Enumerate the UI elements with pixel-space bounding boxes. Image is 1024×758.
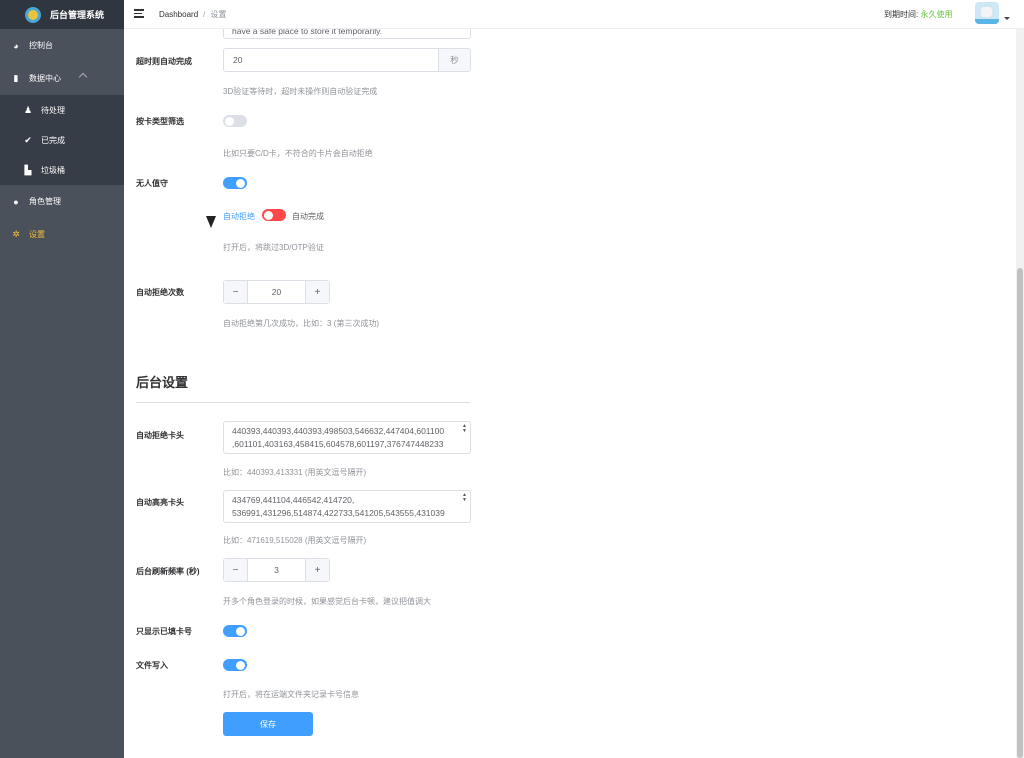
timeout-label: 超时则自动完成	[136, 57, 192, 66]
filled-only-switch[interactable]	[223, 625, 247, 637]
logo: 后台管理系统	[0, 0, 124, 29]
timeout-hint: 3D验证等待时，超时未操作则自动验证完成	[223, 87, 378, 96]
file-write-label: 文件写入	[136, 661, 168, 670]
breadcrumb-separator: /	[203, 10, 206, 19]
expire-value: 永久使用	[920, 10, 953, 19]
check-circle-icon: ✔	[24, 134, 32, 145]
unattended-switch[interactable]	[223, 177, 247, 189]
textarea-scroll-arrows[interactable]: ▲ ▼	[462, 493, 468, 522]
file-write-switch[interactable]	[223, 659, 247, 671]
auto-reject-label[interactable]: 自动拒绝	[223, 211, 255, 222]
refresh-stepper[interactable]: −3 +	[223, 558, 330, 582]
settings-form: have a safe place to store it temporaril…	[124, 29, 1016, 758]
reject-complete-switch[interactable]	[262, 209, 286, 221]
card-filter-hint: 比如只要C/D卡，不符合的卡片会自动拒绝	[223, 149, 373, 158]
increase-button[interactable]: +	[305, 559, 329, 581]
refresh-label: 后台刷新频率 (秒)	[136, 567, 200, 576]
breadcrumb-home[interactable]: Dashboard	[159, 10, 198, 19]
card-filter-switch[interactable]	[223, 115, 247, 127]
sidebar-item-data-center[interactable]: ▮ 数据中心	[0, 62, 124, 95]
sidebar-item-completed[interactable]: ✔ 已完成	[0, 125, 124, 155]
reject-bins-hint: 比如：440393,413331 (用英文逗号隔开)	[223, 468, 367, 477]
reject-count-hint: 自动拒绝第几次成功，比如：3 (第三次成功)	[223, 319, 379, 328]
reject-bins-label: 自动拒绝卡头	[136, 431, 184, 440]
breadcrumb-current: 设置	[210, 10, 227, 19]
card-filter-label: 按卡类型筛选	[136, 117, 184, 126]
gear-icon: ✲	[12, 229, 20, 239]
unattended-hint: 打开后，将跳过3D/OTP验证	[223, 243, 324, 252]
refresh-hint: 开多个角色登录的时候，如果感觉后台卡顿，建议把值调大	[223, 597, 431, 606]
sidebar-item-settings[interactable]: ✲ 设置	[0, 218, 124, 251]
trash-icon: ▙	[24, 164, 32, 175]
textarea-scroll-arrows[interactable]: ▲ ▼	[462, 424, 468, 453]
bar-chart-icon: ▮	[13, 73, 19, 83]
reject-count-stepper[interactable]: −20 +	[223, 280, 330, 304]
auto-complete-label[interactable]: 自动完成	[292, 211, 324, 222]
highlight-bins-hint: 比如：471619,515028 (用英文逗号隔开)	[223, 536, 367, 545]
top-textarea[interactable]: have a safe place to store it temporaril…	[223, 29, 471, 39]
save-button[interactable]: 保存	[223, 712, 313, 736]
avatar[interactable]	[975, 2, 999, 24]
expire-info: 到期时间: 永久使用	[884, 10, 953, 19]
file-write-hint: 打开后，将在运端文件夹记录卡号信息	[223, 690, 359, 699]
highlight-bins-label: 自动高亮卡头	[136, 498, 184, 507]
highlight-bins-textarea[interactable]: 434769,441104,446542,414720, 536991,4312…	[223, 490, 471, 523]
bell-icon: ♟	[23, 104, 33, 115]
mouse-cursor-icon	[206, 216, 216, 228]
caret-down-icon[interactable]	[1004, 17, 1010, 20]
section-title: 后台设置	[136, 375, 189, 390]
reject-bins-textarea[interactable]: 440393,440393,440393,498503,546632,44740…	[223, 421, 471, 454]
increase-button[interactable]: +	[305, 281, 329, 303]
timeout-unit: 秒	[438, 49, 470, 71]
chevron-up-icon	[78, 72, 88, 82]
app-title: 后台管理系统	[50, 10, 105, 20]
dashboard-icon: ◕	[13, 40, 19, 51]
sidebar-item-dashboard[interactable]: ◕ 控制台	[0, 29, 124, 62]
decrease-button[interactable]: −	[224, 559, 248, 581]
filled-only-label: 只显示已填卡号	[136, 627, 192, 636]
logo-icon	[25, 6, 41, 23]
sidebar-item-pending[interactable]: ♟ 待处理	[0, 95, 124, 125]
sidebar: 后台管理系统 ◕ 控制台 ▮ 数据中心 ♟ 待处理 ✔ 已完成 ▙ 垃圾桶 ● 角色管理 ✲…	[0, 0, 124, 758]
sidebar-item-roles[interactable]: ● 角色管理	[0, 185, 124, 218]
timeout-input[interactable]: 20 秒	[223, 48, 471, 72]
sidebar-item-trash[interactable]: ▙ 垃圾桶	[0, 155, 124, 185]
decrease-button[interactable]: −	[224, 281, 248, 303]
reject-count-label: 自动拒绝次数	[136, 288, 184, 297]
breadcrumb: Dashboard / 设置	[159, 9, 226, 20]
section-divider	[136, 402, 470, 403]
menu-toggle-icon[interactable]	[134, 9, 144, 18]
scrollbar-thumb[interactable]	[1017, 268, 1023, 758]
user-icon: ●	[13, 196, 19, 207]
unattended-label: 无人值守	[136, 179, 168, 188]
header: Dashboard / 设置 到期时间: 永久使用	[124, 0, 1024, 29]
